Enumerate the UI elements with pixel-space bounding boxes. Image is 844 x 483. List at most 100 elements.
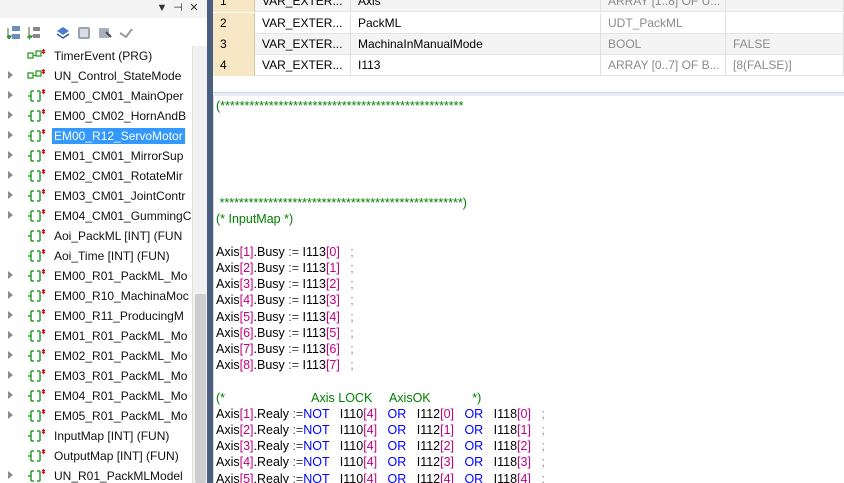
variable-row[interactable]: 3 VAR_EXTER... MachinaInManualMode BOOL FALS…	[213, 34, 844, 55]
code-token: ;	[339, 261, 354, 275]
code-line[interactable]: Axis[6].Busy := I113[5] ;	[216, 325, 354, 341]
var-type-cell[interactable]: ARRAY [0..7] OF B...	[601, 55, 726, 76]
var-init-cell[interactable]	[726, 13, 844, 34]
build-icon[interactable]	[97, 25, 113, 41]
tree-item[interactable]: EM00_R10_MachinaMoc	[0, 286, 192, 306]
var-scope-cell[interactable]: VAR_EXTER...	[255, 34, 351, 55]
code-line[interactable]: Axis[1].Busy := I113[0] ;	[216, 244, 354, 260]
tree-item-label: Aoi_Time [INT] (FUN)	[54, 249, 170, 263]
library-icon[interactable]	[55, 25, 71, 41]
device-icon[interactable]	[76, 25, 92, 41]
var-type-cell[interactable]: ARRAY [1..8] OF U...	[601, 0, 726, 12]
expand-arrow-icon[interactable]	[8, 471, 13, 479]
code-editor[interactable]: (***************************************…	[213, 96, 844, 483]
tree-item[interactable]: EM04_CM01_GummingC	[0, 206, 192, 226]
expand-arrow-icon[interactable]	[8, 311, 13, 319]
expand-arrow-icon[interactable]	[8, 391, 13, 399]
expand-arrow-icon[interactable]	[8, 351, 13, 359]
var-name-cell[interactable]: I113	[351, 55, 601, 76]
tree-item[interactable]: Aoi_PackML [INT] (FUN	[0, 226, 192, 246]
expand-arrow-icon[interactable]	[8, 111, 13, 119]
tree-item[interactable]: EM00_R11_ProducingM	[0, 306, 192, 326]
code-line[interactable]: Axis[3].Busy := I113[2] ;	[216, 276, 354, 292]
function-block-icon	[28, 289, 46, 302]
tree-item[interactable]: OutputMap [INT] (FUN)	[0, 446, 192, 466]
tree-item[interactable]: EM02_CM01_RotateMir	[0, 166, 192, 186]
var-scope-cell[interactable]: VAR_EXTER...	[255, 0, 351, 12]
code-line[interactable]: Axis[2].Realy :=NOT I110[4] OR I112[1] O…	[216, 422, 545, 438]
code-line[interactable]: ****************************************…	[216, 195, 466, 211]
code-line[interactable]: Axis[8].Busy := I113[7] ;	[216, 357, 354, 373]
expand-arrow-icon[interactable]	[8, 91, 13, 99]
tree-item[interactable]: EM01_R01_PackML_Mo	[0, 326, 192, 346]
tree-scrollbar[interactable]	[192, 46, 207, 483]
close-icon[interactable]: ✕	[187, 1, 201, 15]
expand-arrow-icon[interactable]	[8, 371, 13, 379]
var-type-cell[interactable]: BOOL	[601, 34, 726, 55]
code-line[interactable]: Axis[5].Busy := I113[4] ;	[216, 309, 354, 325]
expand-arrow-icon[interactable]	[8, 291, 13, 299]
tree-item[interactable]: UN_Control_StateMode	[0, 66, 192, 86]
code-line[interactable]: Axis[2].Busy := I113[1] ;	[216, 260, 354, 276]
expand-arrow-icon[interactable]	[8, 131, 13, 139]
expand-arrow-icon[interactable]	[8, 271, 13, 279]
var-scope-cell[interactable]: VAR_EXTER...	[255, 13, 351, 34]
function-icon	[28, 449, 46, 462]
tree-item[interactable]: EM02_R01_PackML_Mo	[0, 346, 192, 366]
tree-item[interactable]: EM03_R01_PackML_Mo	[0, 366, 192, 386]
folder-tree-icon[interactable]	[26, 25, 42, 41]
variable-row[interactable]: 4 VAR_EXTER... I113 ARRAY [0..7] OF B... [8(…	[213, 55, 844, 76]
tree-item[interactable]: EM00_CM02_HornAndB	[0, 106, 192, 126]
expand-arrow-icon[interactable]	[8, 171, 13, 179]
var-init-cell[interactable]	[726, 0, 844, 12]
tree-item[interactable]: EM00_CM01_MainOper	[0, 86, 192, 106]
variable-row[interactable]: 2 VAR_EXTER... PackML UDT_PackML	[213, 13, 844, 34]
tree-item[interactable]: Aoi_Time [INT] (FUN)	[0, 246, 192, 266]
row-number[interactable]: 1	[213, 0, 255, 12]
tree-item[interactable]: UN_R01_PackMLModel	[0, 466, 192, 483]
pin-icon[interactable]: ⊣	[171, 1, 185, 15]
tree-item[interactable]: EM05_R01_PackML_Mo	[0, 406, 192, 426]
var-init-cell[interactable]: [8(FALSE)]	[726, 55, 844, 76]
code-token: OR	[454, 455, 494, 470]
code-line[interactable]: Axis[4].Busy := I113[3] ;	[216, 292, 354, 308]
row-number[interactable]: 4	[213, 55, 255, 76]
tree-item[interactable]: EM01_CM01_MirrorSup	[0, 146, 192, 166]
var-name-cell[interactable]: PackML	[351, 13, 601, 34]
tree-item[interactable]: InputMap [INT] (FUN)	[0, 426, 192, 446]
tree-item[interactable]: TimerEvent (PRG)	[0, 46, 192, 66]
tree-item[interactable]: EM04_R01_PackML_Mo	[0, 386, 192, 406]
tree-item[interactable]: EM00_R01_PackML_Mo	[0, 266, 192, 286]
function-block-icon	[28, 389, 46, 402]
expand-arrow-icon[interactable]	[8, 331, 13, 339]
code-token: (* InputMap *)	[216, 212, 294, 227]
row-number[interactable]: 3	[213, 34, 255, 55]
code-line[interactable]: Axis[5].Realy :=NOT I110[4] OR I112[4] O…	[216, 471, 545, 483]
expand-arrow-icon[interactable]	[8, 71, 13, 79]
dropdown-icon[interactable]: ▼	[155, 1, 169, 15]
variable-row[interactable]: 1 VAR_EXTER... Axis ARRAY [1..8] OF U...	[213, 0, 844, 12]
code-line[interactable]: (* InputMap *)	[216, 211, 293, 227]
check-icon[interactable]	[118, 25, 134, 41]
expand-arrow-icon[interactable]	[8, 211, 13, 219]
code-line[interactable]: (***************************************…	[216, 98, 463, 114]
var-scope-cell[interactable]: VAR_EXTER...	[255, 55, 351, 76]
var-type-cell[interactable]: UDT_PackML	[601, 13, 726, 34]
tree-item-label: Aoi_PackML [INT] (FUN	[54, 229, 183, 243]
scrollbar-thumb[interactable]	[195, 294, 206, 483]
expand-arrow-icon[interactable]	[8, 411, 13, 419]
row-number[interactable]: 2	[213, 13, 255, 34]
expand-arrow-icon[interactable]	[8, 191, 13, 199]
expand-arrow-icon[interactable]	[8, 151, 13, 159]
code-line[interactable]: Axis[1].Realy :=NOT I110[4] OR I112[0] O…	[216, 406, 545, 422]
code-line[interactable]: Axis[3].Realy :=NOT I110[4] OR I112[2] O…	[216, 438, 545, 454]
code-line[interactable]: (* Axis LOCK AxisOK *)	[216, 390, 481, 406]
var-init-cell[interactable]: FALSE	[726, 34, 844, 55]
code-line[interactable]: Axis[4].Realy :=NOT I110[4] OR I112[3] O…	[216, 454, 545, 470]
add-object-icon[interactable]	[6, 25, 22, 41]
tree-item[interactable]: EM00_R12_ServoMotor	[0, 126, 192, 146]
code-line[interactable]: Axis[7].Busy := I113[6] ;	[216, 341, 354, 357]
var-name-cell[interactable]: MachinaInManualMode	[351, 34, 601, 55]
tree-item[interactable]: EM03_CM01_JointContr	[0, 186, 192, 206]
var-name-cell[interactable]: Axis	[351, 0, 601, 12]
